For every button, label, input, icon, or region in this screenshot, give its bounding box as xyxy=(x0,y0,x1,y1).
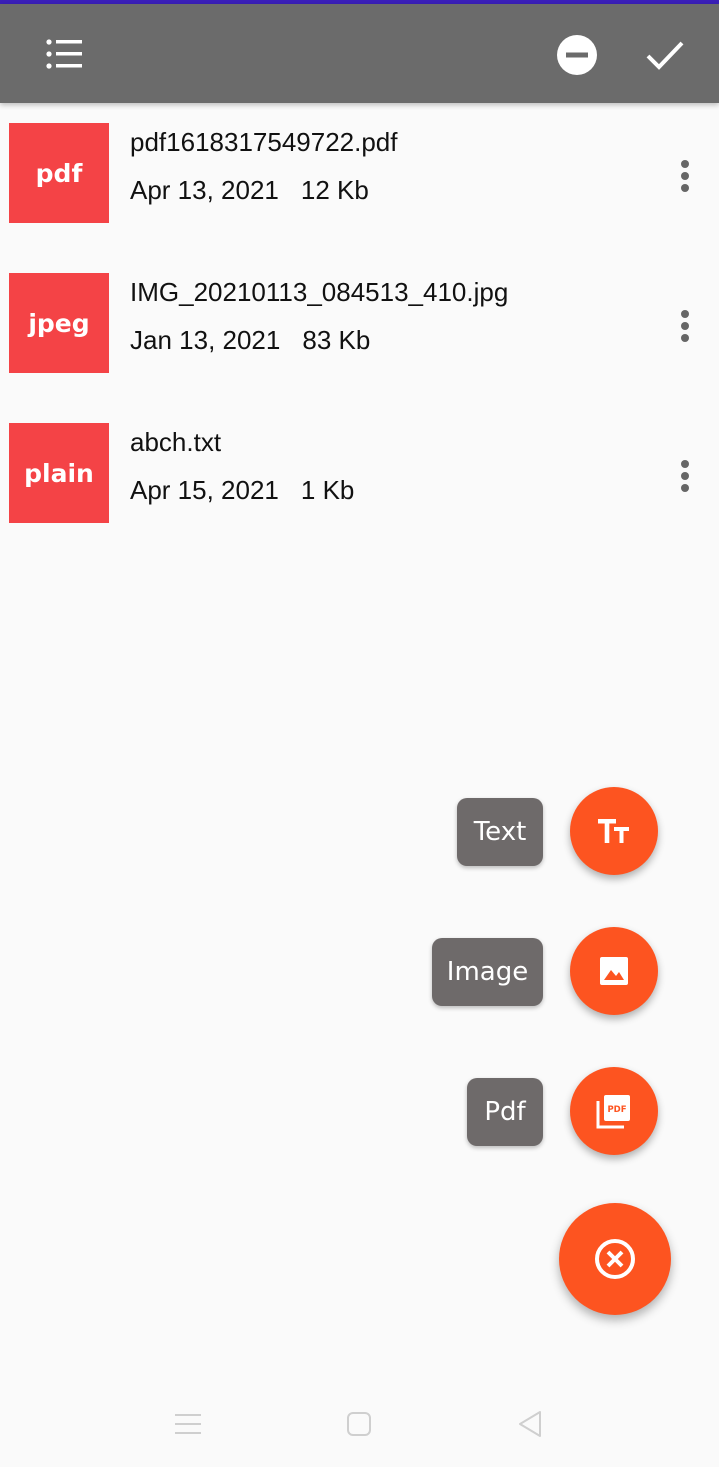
close-fab-menu-button[interactable] xyxy=(559,1203,671,1315)
file-meta: Jan 13, 2021 83 Kb xyxy=(130,325,370,356)
more-options-button[interactable] xyxy=(665,301,705,351)
nav-home-button[interactable] xyxy=(337,1402,381,1446)
fab-image-label[interactable]: Image xyxy=(432,938,543,1006)
list-menu-button[interactable] xyxy=(40,34,90,74)
file-date: Apr 15, 2021 xyxy=(130,475,279,505)
file-row[interactable]: jpeg IMG_20210113_084513_410.jpg Jan 13,… xyxy=(0,253,719,403)
deselect-button[interactable] xyxy=(553,31,601,79)
file-type-thumb: plain xyxy=(9,423,109,523)
file-size: 83 Kb xyxy=(302,325,371,355)
picture-as-pdf-icon: PDF xyxy=(596,1095,630,1129)
image-icon xyxy=(600,957,628,985)
file-type-thumb: jpeg xyxy=(9,273,109,373)
confirm-button[interactable] xyxy=(640,31,690,79)
close-circle-icon xyxy=(595,1239,635,1279)
add-text-button[interactable] xyxy=(570,787,658,875)
nav-back-icon xyxy=(519,1411,541,1437)
file-size: 12 Kb xyxy=(300,175,369,205)
more-vert-icon xyxy=(681,160,689,192)
file-type-thumb: pdf xyxy=(9,123,109,223)
toolbar xyxy=(0,4,719,103)
file-size: 1 Kb xyxy=(300,475,355,505)
file-name: pdf1618317549722.pdf xyxy=(130,127,398,157)
file-date: Jan 13, 2021 xyxy=(130,325,281,355)
more-vert-icon xyxy=(681,310,689,342)
more-options-button[interactable] xyxy=(665,451,705,501)
text-format-icon xyxy=(598,819,629,843)
file-name: abch.txt xyxy=(130,427,222,457)
file-date: Apr 13, 2021 xyxy=(130,175,279,205)
file-meta: Apr 13, 2021 12 Kb xyxy=(130,175,369,206)
file-row[interactable]: plain abch.txt Apr 15, 2021 1 Kb xyxy=(0,403,719,553)
nav-home-icon xyxy=(347,1412,371,1436)
minus-circle-icon xyxy=(557,35,597,75)
file-row[interactable]: pdf pdf1618317549722.pdf Apr 13, 2021 12 … xyxy=(0,103,719,253)
check-icon xyxy=(646,41,684,70)
add-pdf-button[interactable]: PDF xyxy=(570,1067,658,1155)
more-vert-icon xyxy=(681,460,689,492)
add-image-button[interactable] xyxy=(570,927,658,1015)
more-options-button[interactable] xyxy=(665,151,705,201)
system-nav-bar xyxy=(0,1380,719,1467)
list-icon xyxy=(46,39,82,69)
file-meta: Apr 15, 2021 1 Kb xyxy=(130,475,354,506)
nav-back-button[interactable] xyxy=(508,1402,552,1446)
file-name: IMG_20210113_084513_410.jpg xyxy=(130,277,509,307)
nav-menu-button[interactable] xyxy=(166,1402,210,1446)
fab-text-label[interactable]: Text xyxy=(457,798,543,866)
svg-text:PDF: PDF xyxy=(607,1105,626,1115)
fab-pdf-label[interactable]: Pdf xyxy=(467,1078,543,1146)
nav-menu-icon xyxy=(175,1414,201,1434)
